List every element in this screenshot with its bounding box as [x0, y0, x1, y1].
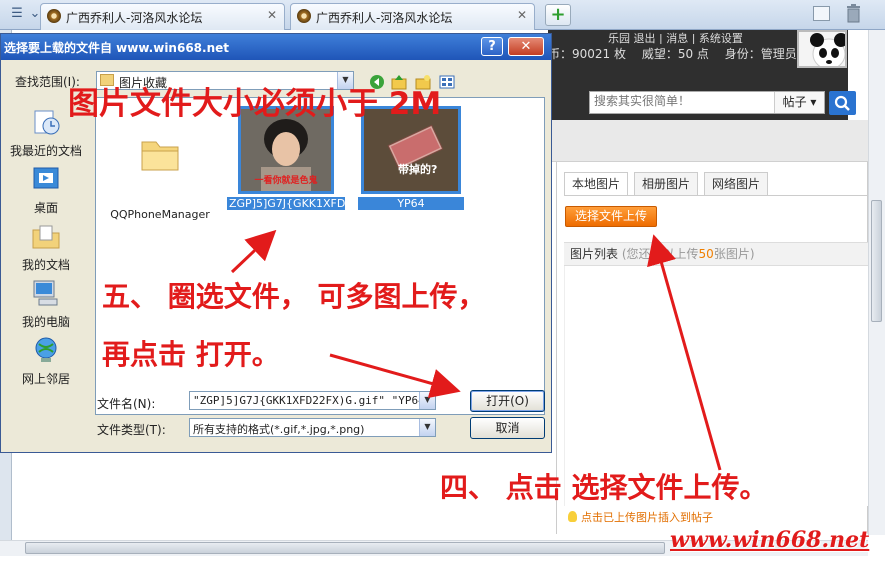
browser-tab-bar: ☰ ⌄ 广西乔利人-河洛风水论坛 ✕ 广西乔利人-河洛风水论坛 ✕ + [0, 0, 885, 30]
panda-avatar-icon [799, 32, 845, 66]
image-list-hint: (您还可以上传50张图片) [621, 247, 755, 261]
image-list-title: 图片列表 [570, 247, 619, 261]
annotation-click-open: 再点击 打开。 [102, 338, 280, 371]
user-stats: 币：90021 枚 威望：50 点 身份：管理员 [548, 45, 809, 62]
file-name: QQPhoneManager [110, 208, 210, 221]
browser-tab-1[interactable]: 广西乔利人-河洛风水论坛 ✕ [40, 3, 285, 30]
place-label: 我的文档 [21, 258, 70, 272]
search-input[interactable] [594, 94, 774, 108]
new-tab-button[interactable]: + [545, 4, 571, 26]
filename-value: "ZGP]5]G7J{GKK1XFD22FX)G.gif" "YP64.jpg" [193, 394, 436, 407]
open-button[interactable]: 打开(O) [470, 390, 545, 412]
help-button[interactable]: ? [481, 37, 503, 56]
search-button[interactable] [829, 91, 856, 115]
tab-local-images[interactable]: 本地图片 [564, 172, 629, 196]
place-label: 网上邻居 [21, 372, 70, 386]
cancel-button[interactable]: 取消 [470, 417, 545, 439]
stat-coins: 币：90021 枚 [548, 47, 626, 61]
image-list-header: 图片列表 (您还可以上传50张图片) [564, 242, 868, 266]
filename-label: 文件名(N): [97, 397, 156, 411]
search-icon [834, 95, 850, 111]
dialog-title: 选择要上载的文件自 www.win668.net [4, 41, 229, 55]
place-desktop[interactable]: 桌面 [3, 165, 89, 216]
insert-tip: 点击已上传图片插入到帖子 [568, 509, 713, 525]
thumb-caption: 一看你就是色鬼 [254, 174, 317, 186]
recent-documents-icon [34, 110, 60, 135]
page-horizontal-scroll-thumb[interactable] [25, 542, 665, 554]
chevron-down-icon[interactable]: ▼ [419, 419, 435, 436]
filename-input[interactable]: "ZGP]5]G7J{GKK1XFD22FX)G.gif" "YP64.jpg"… [189, 391, 436, 410]
my-documents-icon [32, 225, 60, 249]
tab-close-icon[interactable]: ✕ [267, 8, 277, 22]
forum-search: 帖子 ▾ [589, 91, 825, 114]
annotation-size-limit: 图片文件大小必须小于 2M [68, 86, 442, 122]
insert-tip-text: 点击已上传图片插入到帖子 [581, 511, 713, 524]
place-network[interactable]: 网上邻居 [3, 336, 89, 387]
site-favicon-icon [47, 9, 61, 23]
new-window-icon[interactable] [813, 6, 830, 21]
browser-tab-2[interactable]: 广西乔利人-河洛风水论坛 ✕ [290, 3, 535, 30]
tab-divider [564, 195, 868, 196]
tab-close-icon[interactable]: ✕ [517, 8, 527, 22]
stat-role: 身份：管理员 [724, 47, 797, 61]
place-label: 我的电脑 [21, 315, 70, 329]
watermark: www.win668.net [670, 527, 870, 553]
file-item-folder[interactable]: QQPhoneManager [110, 106, 210, 221]
annotation-step-five: 五、 圈选文件， 可多图上传， [102, 280, 486, 313]
view-menu-icon[interactable] [439, 74, 455, 90]
page-vertical-scroll-thumb[interactable] [871, 200, 882, 322]
place-label: 我最近的文档 [9, 144, 82, 158]
desktop-icon [33, 167, 59, 189]
filetype-label: 文件类型(T): [97, 423, 166, 437]
search-type-label: 帖子 [782, 95, 807, 109]
trash-icon[interactable] [846, 4, 861, 23]
place-my-computer[interactable]: 我的电脑 [3, 279, 89, 330]
chevron-down-icon[interactable]: ▼ [419, 392, 435, 409]
thumb-caption: 带掉的? [398, 162, 437, 176]
place-label: 桌面 [33, 201, 58, 215]
avatar[interactable] [797, 30, 847, 68]
lightbulb-icon [568, 511, 577, 522]
tab-title: 广西乔利人-河洛风水论坛 [316, 11, 453, 25]
choose-file-upload-button[interactable]: 选择文件上传 [565, 206, 657, 227]
network-places-icon [35, 337, 57, 362]
filetype-select[interactable]: 所有支持的格式(*.gif,*.jpg,*.png) ▼ [189, 418, 436, 437]
tab-web-images[interactable]: 网络图片 [704, 172, 769, 196]
site-favicon-icon [297, 9, 311, 23]
filetype-value: 所有支持的格式(*.gif,*.jpg,*.png) [193, 423, 365, 436]
places-bar: 我最近的文档 桌面 我的文档 我的电脑 网上邻居 [3, 96, 89, 436]
tab-title: 广西乔利人-河洛风水论坛 [66, 11, 203, 25]
my-computer-icon [33, 280, 58, 306]
tab-album-images[interactable]: 相册图片 [634, 172, 699, 196]
search-type-select[interactable]: 帖子 ▾ [774, 92, 824, 113]
dialog-titlebar[interactable]: 选择要上载的文件自 www.win668.net ? ✕ [1, 34, 551, 60]
annotation-step-four: 四、 点击 选择文件上传。 [440, 471, 768, 504]
stat-prestige: 威望：50 点 [641, 47, 709, 61]
forum-subheader [548, 120, 868, 162]
close-button[interactable]: ✕ [508, 37, 544, 56]
file-name: YP64 [358, 197, 464, 210]
place-my-documents[interactable]: 我的文档 [3, 222, 89, 273]
file-name: ZGP]5]G7J{GKK1XFD22FX)G [227, 197, 386, 210]
